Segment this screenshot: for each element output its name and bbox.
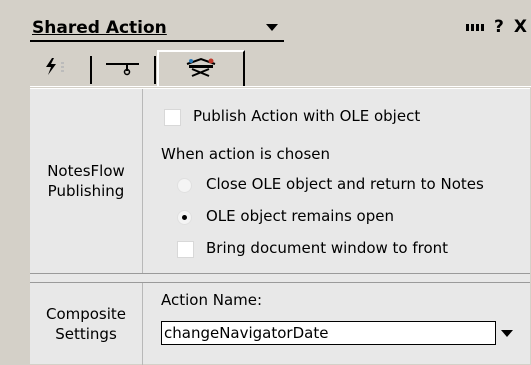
cabinet-icon <box>183 56 219 82</box>
properties-panel: NotesFlow Publishing Publish Action with… <box>30 88 530 365</box>
publish-checkbox-label: Publish Action with OLE object <box>193 107 421 125</box>
tab-cabinet[interactable] <box>157 50 245 86</box>
tab-hook[interactable] <box>94 52 152 84</box>
radio-remain-open[interactable] <box>177 210 192 225</box>
publish-checkbox[interactable] <box>164 109 181 126</box>
chevron-down-icon <box>266 24 278 31</box>
notesflow-section-label: NotesFlow Publishing <box>30 89 143 273</box>
composite-section-label: Composite Settings <box>30 283 143 365</box>
when-chosen-label: When action is chosen <box>161 145 331 163</box>
tab-events[interactable] <box>30 52 88 84</box>
chevron-down-icon <box>501 329 513 337</box>
radio-close-ole-label: Close OLE object and return to Notes <box>206 175 484 193</box>
panel-titlebar: Shared Action ? X <box>0 0 531 50</box>
action-name-label: Action Name: <box>161 291 263 309</box>
title-dropdown[interactable]: Shared Action <box>30 14 284 42</box>
action-name-value: changeNavigatorDate <box>164 324 329 342</box>
radio-close-ole[interactable] <box>177 178 192 193</box>
hook-icon <box>103 56 143 80</box>
minimize-icon[interactable] <box>466 23 485 31</box>
action-name-dropdown-button[interactable] <box>497 321 517 345</box>
bring-front-checkbox[interactable] <box>177 241 194 258</box>
lightning-icon <box>44 56 74 80</box>
panel-title: Shared Action <box>32 18 167 38</box>
notesflow-section: NotesFlow Publishing Publish Action with… <box>30 89 530 274</box>
radio-remain-open-label: OLE object remains open <box>206 207 394 225</box>
action-name-input[interactable]: changeNavigatorDate <box>161 321 496 345</box>
help-button[interactable]: ? <box>494 17 504 37</box>
bring-front-checkbox-label: Bring document window to front <box>206 239 449 257</box>
close-button[interactable]: X <box>514 17 527 37</box>
